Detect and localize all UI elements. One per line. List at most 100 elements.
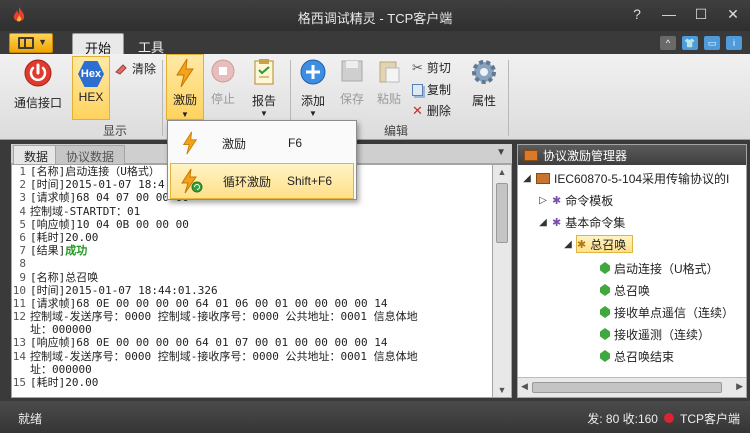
tab-start[interactable]: 开始 — [72, 33, 125, 56]
tree-leaf[interactable]: 接收遥测（连续） — [600, 325, 710, 343]
tree-leaf[interactable]: 总召唤 — [600, 281, 650, 299]
menu-item-loop-stimulus[interactable]: 循环激励 Shift+F6 — [170, 163, 354, 199]
hex-button[interactable]: Hex HEX — [72, 56, 110, 120]
log-text-main: [请求帧]68 04 07 00 00 00 — [30, 191, 189, 205]
save-button[interactable]: 保存 — [335, 58, 369, 118]
log-line: 15 [耗时]20.00 — [12, 376, 492, 389]
log-text: [请求帧]68 04 07 00 00 00 — [30, 191, 189, 204]
close-button[interactable]: ✕ — [722, 4, 744, 24]
paste-button[interactable]: 粘贴 — [372, 58, 406, 118]
tree-node-root[interactable]: ◢ IEC60870-5-104采用传输协议的I — [522, 169, 729, 187]
line-number: 6 — [19, 230, 26, 244]
stop-button[interactable]: 停止 — [206, 58, 240, 118]
folder-gear-icon: ✱ — [577, 238, 587, 251]
protocol-manager-title: 协议激励管理器 — [543, 148, 628, 163]
help-button[interactable]: ? — [626, 4, 648, 24]
ribbon-tab-row: ▼ 开始 工具 ^ 👕 ▭ i — [0, 31, 750, 56]
minimize-button[interactable]: — — [658, 4, 680, 24]
tree-node-label: 总召唤 — [590, 237, 627, 252]
log-text-main: [名称]启动连接（U格式） — [30, 165, 160, 178]
vertical-scrollbar[interactable]: ▲ ▼ — [493, 164, 512, 398]
shirt-icon[interactable]: 👕 — [682, 36, 698, 50]
copy-icon — [412, 83, 423, 96]
log-text: 控制域-STARTDT：01 — [30, 205, 140, 218]
app-menu-button[interactable]: ▼ — [9, 33, 53, 53]
tree-leaf-label: 总召唤结束 — [614, 349, 675, 364]
line-number: 11 — [12, 296, 26, 310]
cut-button[interactable]: ✂ 剪切 — [412, 59, 451, 76]
tree-leaf[interactable]: 总召唤结束 — [600, 347, 674, 365]
collapse-arrow-icon[interactable]: ◢ — [522, 173, 532, 184]
menu-item-label: 循环激励 — [223, 174, 272, 189]
tree-node-label: 基本命令集 — [565, 215, 626, 230]
gear-cluster-icon: ✱ — [552, 216, 562, 229]
properties-button[interactable]: 属性 — [466, 58, 502, 118]
tree-leaf[interactable]: 接收单点遥信（连续） — [600, 303, 734, 321]
log-text: [响应帧]68 0E 00 00 00 00 64 01 07 00 01 00… — [30, 336, 388, 349]
title-bar: 格西调试精灵 - TCP客户端 ? — ☐ ✕ — [0, 0, 750, 31]
connection-status-icon — [663, 413, 674, 423]
chevron-down-icon: ▼ — [38, 37, 47, 47]
protocol-tree[interactable]: ◢ IEC60870-5-104采用传输协议的I ▷ ✱ 命令模板 ◢ ✱ 基本… — [518, 167, 746, 377]
collapse-arrow-icon[interactable]: ◢ — [538, 217, 548, 228]
window-style-icon[interactable]: ▭ — [704, 36, 720, 50]
tree-node-template[interactable]: ▷ ✱ 命令模板 — [538, 191, 613, 209]
tab-data[interactable]: 数据 — [13, 145, 60, 164]
log-text-main: [结果] — [30, 244, 66, 258]
log-line: 9 [名称]总召唤 — [12, 271, 492, 284]
status-bar: 就绪 发: 80 收:160 TCP客户端 — [0, 401, 750, 433]
comm-interface-label: 通信接口 — [13, 96, 62, 110]
scroll-thumb[interactable] — [496, 183, 508, 243]
scroll-left-arrow-icon[interactable]: ◀ — [521, 381, 528, 392]
delete-button[interactable]: ✕ 删除 — [412, 102, 451, 119]
comm-interface-button[interactable]: 通信接口 — [10, 58, 66, 118]
log-line: 12 控制域-发送序号：0000 控制域-接收序号：0000 公共地址：0001… — [12, 310, 492, 323]
log-text-main: [时间]2015-01-07 18:4 — [30, 178, 165, 192]
tree-node-general-interrogation[interactable]: ◢ ✱ 总召唤 — [564, 235, 634, 253]
display-group-label: 显示 — [103, 124, 128, 138]
green-gem-icon — [600, 306, 610, 318]
tab-tools[interactable]: 工具 — [126, 33, 176, 55]
report-button[interactable]: 报告 ▼ — [246, 58, 282, 122]
power-icon — [24, 59, 52, 87]
copy-button[interactable]: 复制 — [412, 81, 451, 98]
maximize-button[interactable]: ☐ — [690, 4, 712, 24]
log-text: [名称]总召唤 — [30, 271, 98, 284]
log-line: 7 [结果]成功 — [12, 244, 492, 257]
scroll-down-arrow-icon[interactable]: ▼ — [493, 385, 511, 395]
traffic-counter: 发: 80 收:160 — [587, 412, 658, 426]
chevron-down-icon: ▼ — [309, 109, 317, 118]
scroll-up-arrow-icon[interactable]: ▲ — [493, 167, 511, 177]
tab-protocol-data[interactable]: 协议数据 — [55, 145, 126, 164]
add-label: 添加 — [300, 94, 325, 108]
save-label: 保存 — [339, 92, 364, 106]
connection-type: TCP客户端 — [679, 412, 740, 426]
green-gem-icon — [600, 284, 610, 296]
expand-arrow-icon[interactable]: ▷ — [538, 195, 548, 206]
log-text: 控制域-发送序号：0000 控制域-接收序号：0000 公共地址：0001 信息… — [30, 310, 418, 323]
tree-node-basic[interactable]: ◢ ✱ 基本命令集 — [538, 213, 625, 231]
horizontal-scrollbar[interactable]: ◀ ▶ — [518, 377, 746, 397]
app-menu-icon — [18, 37, 34, 49]
tree-leaf-label: 接收单点遥信（连续） — [614, 305, 735, 320]
log-text: [时间]2015-01-07 18:44:01.326 — [30, 284, 218, 297]
log-text-main: 控制域-STARTDT：01 — [30, 204, 141, 218]
clear-button[interactable]: 清除 — [114, 60, 156, 77]
gear-cluster-icon: ✱ — [552, 194, 562, 207]
line-number: 12 — [12, 310, 26, 324]
scroll-thumb[interactable] — [532, 382, 722, 393]
menu-item-stimulus[interactable]: 激励 F6 — [170, 125, 354, 161]
clipboard-icon — [379, 61, 400, 83]
add-button[interactable]: 添加 ▼ — [295, 58, 331, 122]
collapse-arrow-icon[interactable]: ◢ — [563, 239, 573, 250]
tree-leaf[interactable]: 启动连接（U格式） — [600, 259, 719, 277]
scroll-right-arrow-icon[interactable]: ▶ — [736, 381, 743, 392]
ribbon-minimize-icon[interactable]: ^ — [660, 36, 676, 50]
info-icon[interactable]: i — [726, 36, 742, 50]
clear-label: 清除 — [132, 62, 157, 76]
line-number: 1 — [19, 165, 26, 178]
log-text-main: 控制域-发送序号：0000 控制域-接收序号：0000 公共地址：0001 信息… — [30, 349, 418, 363]
stimulus-button[interactable]: 激励 ▼ — [166, 54, 204, 120]
chevron-down-icon[interactable]: ▼ — [496, 147, 506, 158]
hex-icon: Hex — [78, 61, 104, 87]
